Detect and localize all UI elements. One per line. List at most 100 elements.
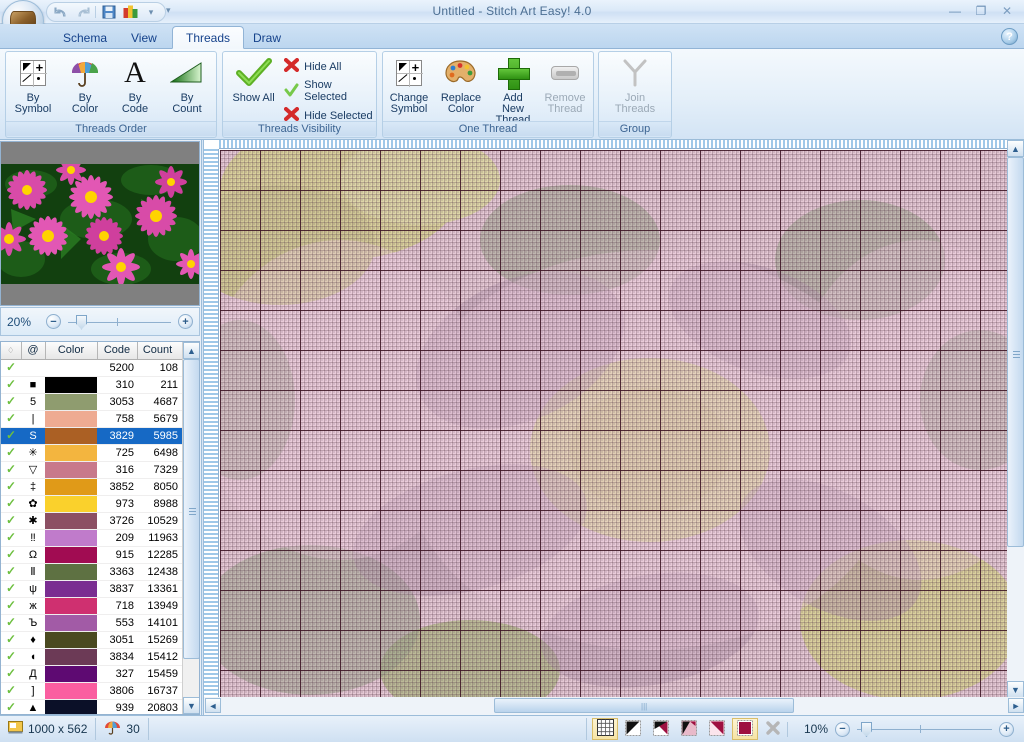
row-color-swatch[interactable] (45, 410, 97, 428)
tab-schema[interactable]: Schema (50, 26, 120, 49)
full-stitch-button[interactable] (732, 718, 758, 740)
row-visibility-check[interactable]: ✓ (1, 580, 21, 598)
tab-draw[interactable]: Draw (240, 26, 294, 49)
row-color-swatch[interactable] (45, 461, 97, 479)
table-row[interactable]: ✓ ж 718 13949 (1, 597, 183, 615)
row-color-swatch[interactable] (45, 546, 97, 564)
row-color-swatch[interactable] (45, 512, 97, 530)
palette-icon[interactable] (122, 4, 138, 20)
grid-toggle-button[interactable] (592, 718, 618, 740)
undo-icon[interactable] (53, 4, 69, 20)
row-visibility-check[interactable]: ✓ (1, 648, 21, 666)
tab-threads[interactable]: Threads (172, 26, 245, 49)
canvas-scroll-right-button[interactable]: ► (1008, 698, 1024, 713)
threads-scroll-down-button[interactable]: ▼ (183, 697, 199, 714)
hide-all-button[interactable]: Hide All (284, 58, 376, 75)
table-row[interactable]: ✓ ✱ 3726 10529 (1, 512, 183, 530)
table-row[interactable]: ✓ 5 3053 4687 (1, 393, 183, 411)
half-stitch-bl-button[interactable] (620, 718, 646, 740)
row-visibility-check[interactable]: ✓ (1, 682, 21, 700)
half-stitch-tr-button[interactable] (704, 718, 730, 740)
threads-scroll-thumb[interactable] (183, 359, 199, 659)
row-color-swatch[interactable] (45, 699, 97, 714)
row-visibility-check[interactable]: ✓ (1, 631, 21, 649)
by-symbol-button[interactable]: + By Symbol (6, 52, 60, 115)
change-symbol-button[interactable]: + Change Symbol (383, 52, 435, 115)
table-row[interactable]: ✓ Д 327 15459 (1, 665, 183, 683)
table-row[interactable]: ✓ ‡ 3852 8050 (1, 478, 183, 496)
row-color-swatch[interactable] (45, 359, 97, 377)
row-color-swatch[interactable] (45, 665, 97, 683)
preview-zoom-slider[interactable] (68, 314, 171, 330)
table-row[interactable]: ✓ ✳ 725 6498 (1, 444, 183, 462)
table-row[interactable]: ✓ Ω 915 12285 (1, 546, 183, 564)
column-count[interactable]: Count (137, 342, 184, 360)
by-color-button[interactable]: By Color (60, 52, 110, 115)
threads-table[interactable]: ♢ @ Color Code Count ✓ 5200 108 ✓ ■ 310 211 ✓ 5 3… (0, 341, 200, 715)
row-visibility-check[interactable]: ✓ (1, 512, 21, 530)
row-visibility-check[interactable]: ✓ (1, 699, 21, 714)
preview-zoom-out-button[interactable]: − (46, 314, 61, 329)
row-visibility-check[interactable]: ✓ (1, 478, 21, 496)
row-color-swatch[interactable] (45, 563, 97, 581)
half-stitch-br-button[interactable] (648, 718, 674, 740)
show-selected-button[interactable]: Show Selected (284, 79, 376, 103)
minimize-button[interactable]: — (944, 2, 966, 20)
row-visibility-check[interactable]: ✓ (1, 529, 21, 547)
maximize-button[interactable]: ❐ (970, 2, 992, 20)
canvas-horizontal-scrollbar[interactable]: ◄ ||| ► (204, 697, 1024, 715)
row-color-swatch[interactable] (45, 614, 97, 632)
preview-zoom-in-button[interactable]: + (178, 314, 193, 329)
table-row[interactable]: ✓ ▽ 316 7329 (1, 461, 183, 479)
row-visibility-check[interactable]: ✓ (1, 614, 21, 632)
add-new-thread-button[interactable]: Add New Thread (487, 52, 539, 126)
canvas-zoom-slider[interactable] (857, 722, 992, 737)
canvas-zoom-in-button[interactable]: + (999, 721, 1014, 737)
table-row[interactable]: ✓ ♦ 3051 15269 (1, 631, 183, 649)
row-visibility-check[interactable]: ✓ (1, 461, 21, 479)
row-color-swatch[interactable] (45, 631, 97, 649)
table-row[interactable]: ✓ ■ 310 211 (1, 376, 183, 394)
row-visibility-check[interactable]: ✓ (1, 444, 21, 462)
help-icon[interactable]: ? (1001, 28, 1018, 45)
replace-color-button[interactable]: Replace Color (435, 52, 487, 115)
column-color[interactable]: Color (45, 342, 98, 360)
canvas-zoom-out-button[interactable]: − (835, 721, 850, 737)
row-color-swatch[interactable] (45, 648, 97, 666)
row-color-swatch[interactable] (45, 444, 97, 462)
canvas-vscroll-thumb[interactable] (1007, 157, 1024, 547)
row-visibility-check[interactable]: ✓ (1, 563, 21, 581)
threads-scroll-up-button[interactable]: ▲ (183, 342, 199, 359)
canvas-hscroll-thumb[interactable]: ||| (494, 698, 794, 713)
table-row[interactable]: ✓ Ъ 553 14101 (1, 614, 183, 632)
table-row[interactable]: ✓ ψ 3837 13361 (1, 580, 183, 598)
table-row[interactable]: ✓ 5200 108 (1, 359, 183, 377)
tab-view[interactable]: View (118, 26, 170, 49)
table-row[interactable]: ✓ S 3829 5985 (1, 427, 183, 445)
row-color-swatch[interactable] (45, 478, 97, 496)
show-all-button[interactable]: Show All (223, 52, 284, 104)
table-row[interactable]: ✓ ✿ 973 8988 (1, 495, 183, 513)
row-color-swatch[interactable] (45, 393, 97, 411)
row-visibility-check[interactable]: ✓ (1, 427, 21, 445)
canvas-scroll-down-button[interactable]: ▼ (1007, 681, 1024, 698)
customize-quick-access-icon[interactable]: ▾ (166, 5, 171, 16)
column-visibility[interactable]: ♢ (1, 342, 22, 360)
table-row[interactable]: ✓ ▲ 939 20803 (1, 699, 183, 714)
close-button[interactable]: ✕ (996, 2, 1018, 20)
row-visibility-check[interactable]: ✓ (1, 359, 21, 377)
canvas-scroll-left-button[interactable]: ◄ (205, 698, 221, 713)
row-visibility-check[interactable]: ✓ (1, 410, 21, 428)
row-visibility-check[interactable]: ✓ (1, 495, 21, 513)
row-color-swatch[interactable] (45, 682, 97, 700)
canvas-scroll-up-button[interactable]: ▲ (1007, 140, 1024, 157)
row-color-swatch[interactable] (45, 495, 97, 513)
half-stitch-tl-button[interactable] (676, 718, 702, 740)
row-visibility-check[interactable]: ✓ (1, 393, 21, 411)
by-count-button[interactable]: By Count (160, 52, 214, 115)
table-row[interactable]: ✓ | 758 5679 (1, 410, 183, 428)
row-color-swatch[interactable] (45, 597, 97, 615)
canvas-vertical-scrollbar[interactable]: ▲ ▼ (1007, 140, 1024, 698)
table-row[interactable]: ✓ Ⅱ 3363 12438 (1, 563, 183, 581)
table-row[interactable]: ✓ ‼ 209 11963 (1, 529, 183, 547)
